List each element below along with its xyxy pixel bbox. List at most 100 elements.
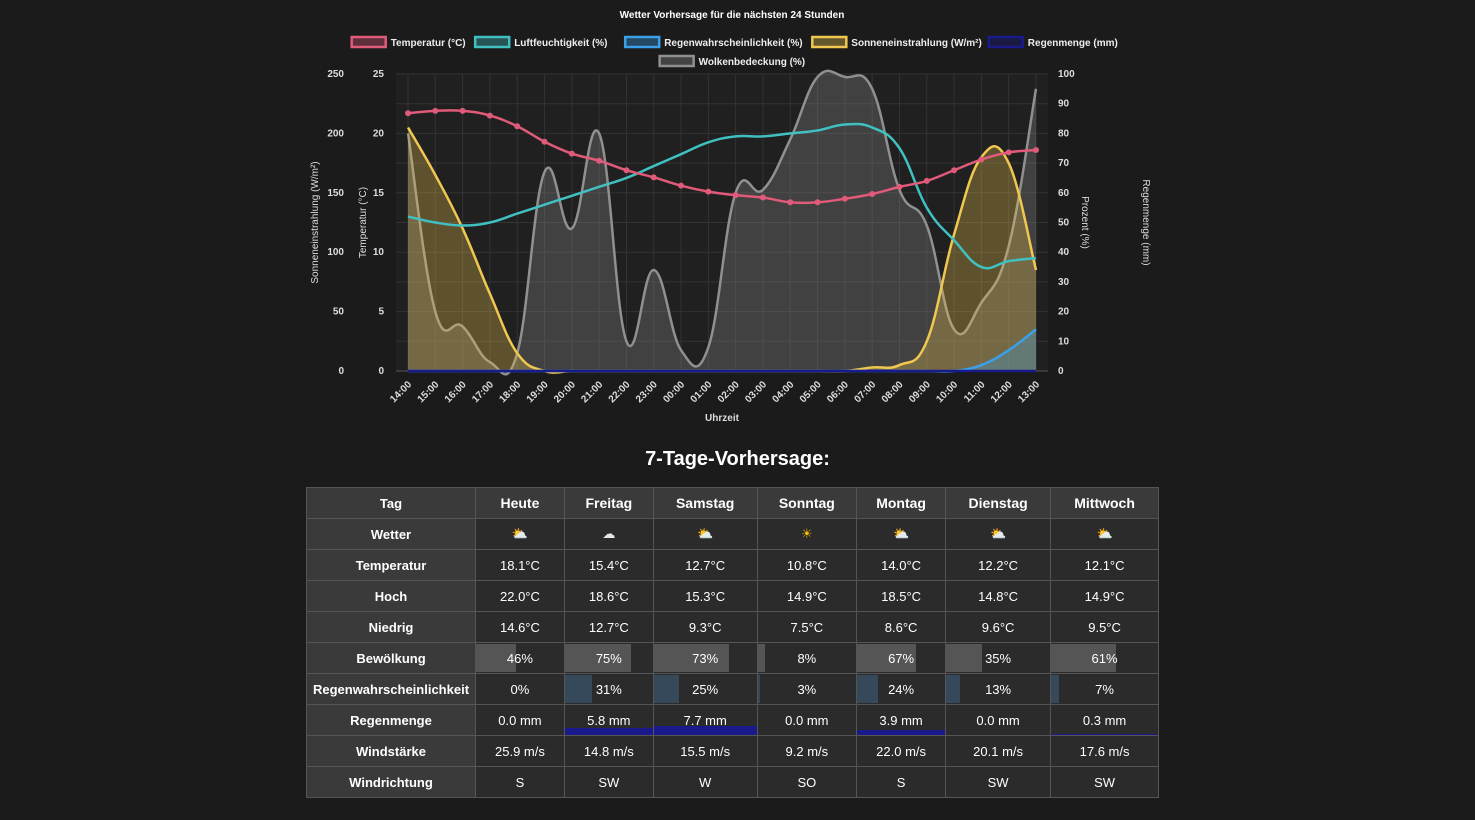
percent-bar xyxy=(1051,675,1059,703)
forecast-cell: W xyxy=(652,766,758,798)
cell-value: 15.3°C xyxy=(685,588,726,604)
cell-value: 61% xyxy=(1091,650,1118,666)
forecast-cell: 67% xyxy=(856,642,947,674)
pct-axis-tick: 70 xyxy=(1058,158,1070,169)
forecast-cell: S xyxy=(856,766,947,798)
cell-value: 24% xyxy=(888,681,915,697)
forecast-row-icon: Wetter ⛅ ☁ ⛅ ☀ ⛅ ⛅ ⛅ xyxy=(306,518,1159,550)
cell-value: 3% xyxy=(797,681,817,697)
forecast-cell: 0.0 mm xyxy=(475,704,565,736)
percent-bar xyxy=(857,675,879,703)
forecast-cell: 14.9°C xyxy=(1050,580,1159,612)
forecast-cell: 15.3°C xyxy=(652,580,758,612)
forecast-cell: ⛅ xyxy=(1050,518,1159,550)
cell-value: 12.2°C xyxy=(978,557,1019,573)
cell-value: 67% xyxy=(888,650,915,666)
cell-value: 5.8 mm xyxy=(587,712,631,728)
cell-value: S xyxy=(515,774,525,790)
temp-point xyxy=(486,112,493,119)
x-tick-label: 14:00 xyxy=(388,379,414,405)
x-tick-label: 11:00 xyxy=(962,379,988,405)
forecast-cell: ⛅ xyxy=(856,518,947,550)
cell-value: SO xyxy=(797,774,817,790)
forecast-cell: 24% xyxy=(856,673,947,705)
row-label: Wetter xyxy=(306,518,476,550)
temp-point xyxy=(841,195,848,202)
forecast-cell: 17.6 m/s xyxy=(1050,735,1159,767)
temp-point xyxy=(1033,147,1039,154)
temp-point xyxy=(896,183,903,190)
cell-value: 15.4°C xyxy=(588,557,629,573)
row-label: Bewölkung xyxy=(306,642,476,674)
forecast-row-cloud: Bewölkung 46% 75% 73% 8% 67% 35% 61% xyxy=(306,642,1159,674)
cell-value: 0.0 mm xyxy=(976,712,1020,728)
x-tick-label: 06:00 xyxy=(825,379,851,405)
forecast-table: Tag Heute Freitag Samstag Sonntag Montag Dien… xyxy=(306,487,1159,798)
pct-axis-tick: 50 xyxy=(1058,218,1070,229)
cell-value: 75% xyxy=(595,650,622,666)
forecast-row-dir: Windrichtung S SW W SO S SW SW xyxy=(306,766,1159,798)
temp-point xyxy=(923,177,930,184)
x-tick-label: 16:00 xyxy=(443,379,469,405)
cell-value: 3.9 mm xyxy=(879,712,923,728)
day-header: Dienstag xyxy=(945,487,1052,519)
legend-label: Temperatur (°C) xyxy=(391,38,466,49)
partly-cloudy-icon: ⛅ xyxy=(893,526,910,541)
temp-axis-tick: 5 xyxy=(378,307,384,318)
forecast-cell: 8.6°C xyxy=(856,611,947,643)
temp-point xyxy=(432,107,439,114)
pct-axis-tick: 60 xyxy=(1058,188,1070,199)
forecast-cell: 46% xyxy=(475,642,565,674)
forecast-cell: 14.8 m/s xyxy=(563,735,654,767)
temp-point xyxy=(405,110,411,117)
forecast-cell: 31% xyxy=(563,673,654,705)
sun-axis-tick: 200 xyxy=(327,128,344,139)
legend-swatch xyxy=(811,35,848,49)
temp-point xyxy=(951,167,958,174)
cell-value: 14.0°C xyxy=(881,557,922,573)
weather-chart-svg: 0501001502002500510152025010203040506070… xyxy=(310,10,1151,424)
row-label: Temperatur xyxy=(306,549,476,581)
percent-bar xyxy=(653,675,680,703)
legend-label: Luftfeuchtigkeit (%) xyxy=(514,38,607,49)
x-tick-label: 20:00 xyxy=(552,379,578,405)
cell-value: 9.3°C xyxy=(688,619,722,635)
percent-bar xyxy=(564,675,593,703)
forecast-corner-header: Tag xyxy=(306,487,476,519)
pct-axis-tick: 30 xyxy=(1058,277,1070,288)
forecast-cell: 15.5 m/s xyxy=(652,735,758,767)
cell-value: 12.7°C xyxy=(588,619,629,635)
forecast-cell: 0.3 mm xyxy=(1050,704,1159,736)
temp-point xyxy=(514,123,521,130)
forecast-cell: 12.2°C xyxy=(945,549,1052,581)
x-tick-label: 12:00 xyxy=(989,379,1015,405)
sun-axis-title: Sonneneinstrahlung (W/m²) xyxy=(310,161,321,283)
legend-label: Sonneneinstrahlung (W/m²) xyxy=(851,38,982,49)
sun-axis-tick: 0 xyxy=(338,366,344,377)
weather-chart: 0 50 100 150 200 250 0 5 10 15 20 25 0 10 20 30 40 50 60 70… xyxy=(300,0,1180,430)
sun-axis-tick: 100 xyxy=(327,247,344,258)
cloudy-icon: ☁ xyxy=(602,526,616,541)
forecast-cell: 9.6°C xyxy=(945,611,1052,643)
cell-value: 14.9°C xyxy=(786,588,827,604)
forecast-cell: 22.0 m/s xyxy=(856,735,947,767)
forecast-cell: 3.9 mm xyxy=(856,704,947,736)
day-header: Heute xyxy=(475,487,565,519)
forecast-row-rain_prob: Regenwahrscheinlichkeit 0% 31% 25% 3% 24% 13% 7… xyxy=(306,673,1159,705)
cell-value: 15.5 m/s xyxy=(680,743,731,759)
forecast-cell: 12.7°C xyxy=(563,611,654,643)
forecast-cell: 14.8°C xyxy=(945,580,1052,612)
cell-value: 14.8°C xyxy=(978,588,1019,604)
pct-axis-tick: 0 xyxy=(1058,366,1064,377)
cell-value: 31% xyxy=(595,681,622,697)
forecast-row-wind: Windstärke 25.9 m/s 14.8 m/s 15.5 m/s 9.2 m/… xyxy=(306,735,1159,767)
cell-value: 0% xyxy=(510,681,530,697)
forecast-cell: 10.8°C xyxy=(756,549,858,581)
cell-value: 14.6°C xyxy=(500,619,540,635)
legend-label: Regenmenge (mm) xyxy=(1028,38,1118,49)
cell-value: 18.1°C xyxy=(500,557,540,573)
row-label: Regenmenge xyxy=(306,704,476,736)
forecast-cell: ⛅ xyxy=(652,518,758,550)
temp-point xyxy=(978,156,985,163)
forecast-cell: 25.9 m/s xyxy=(475,735,565,767)
